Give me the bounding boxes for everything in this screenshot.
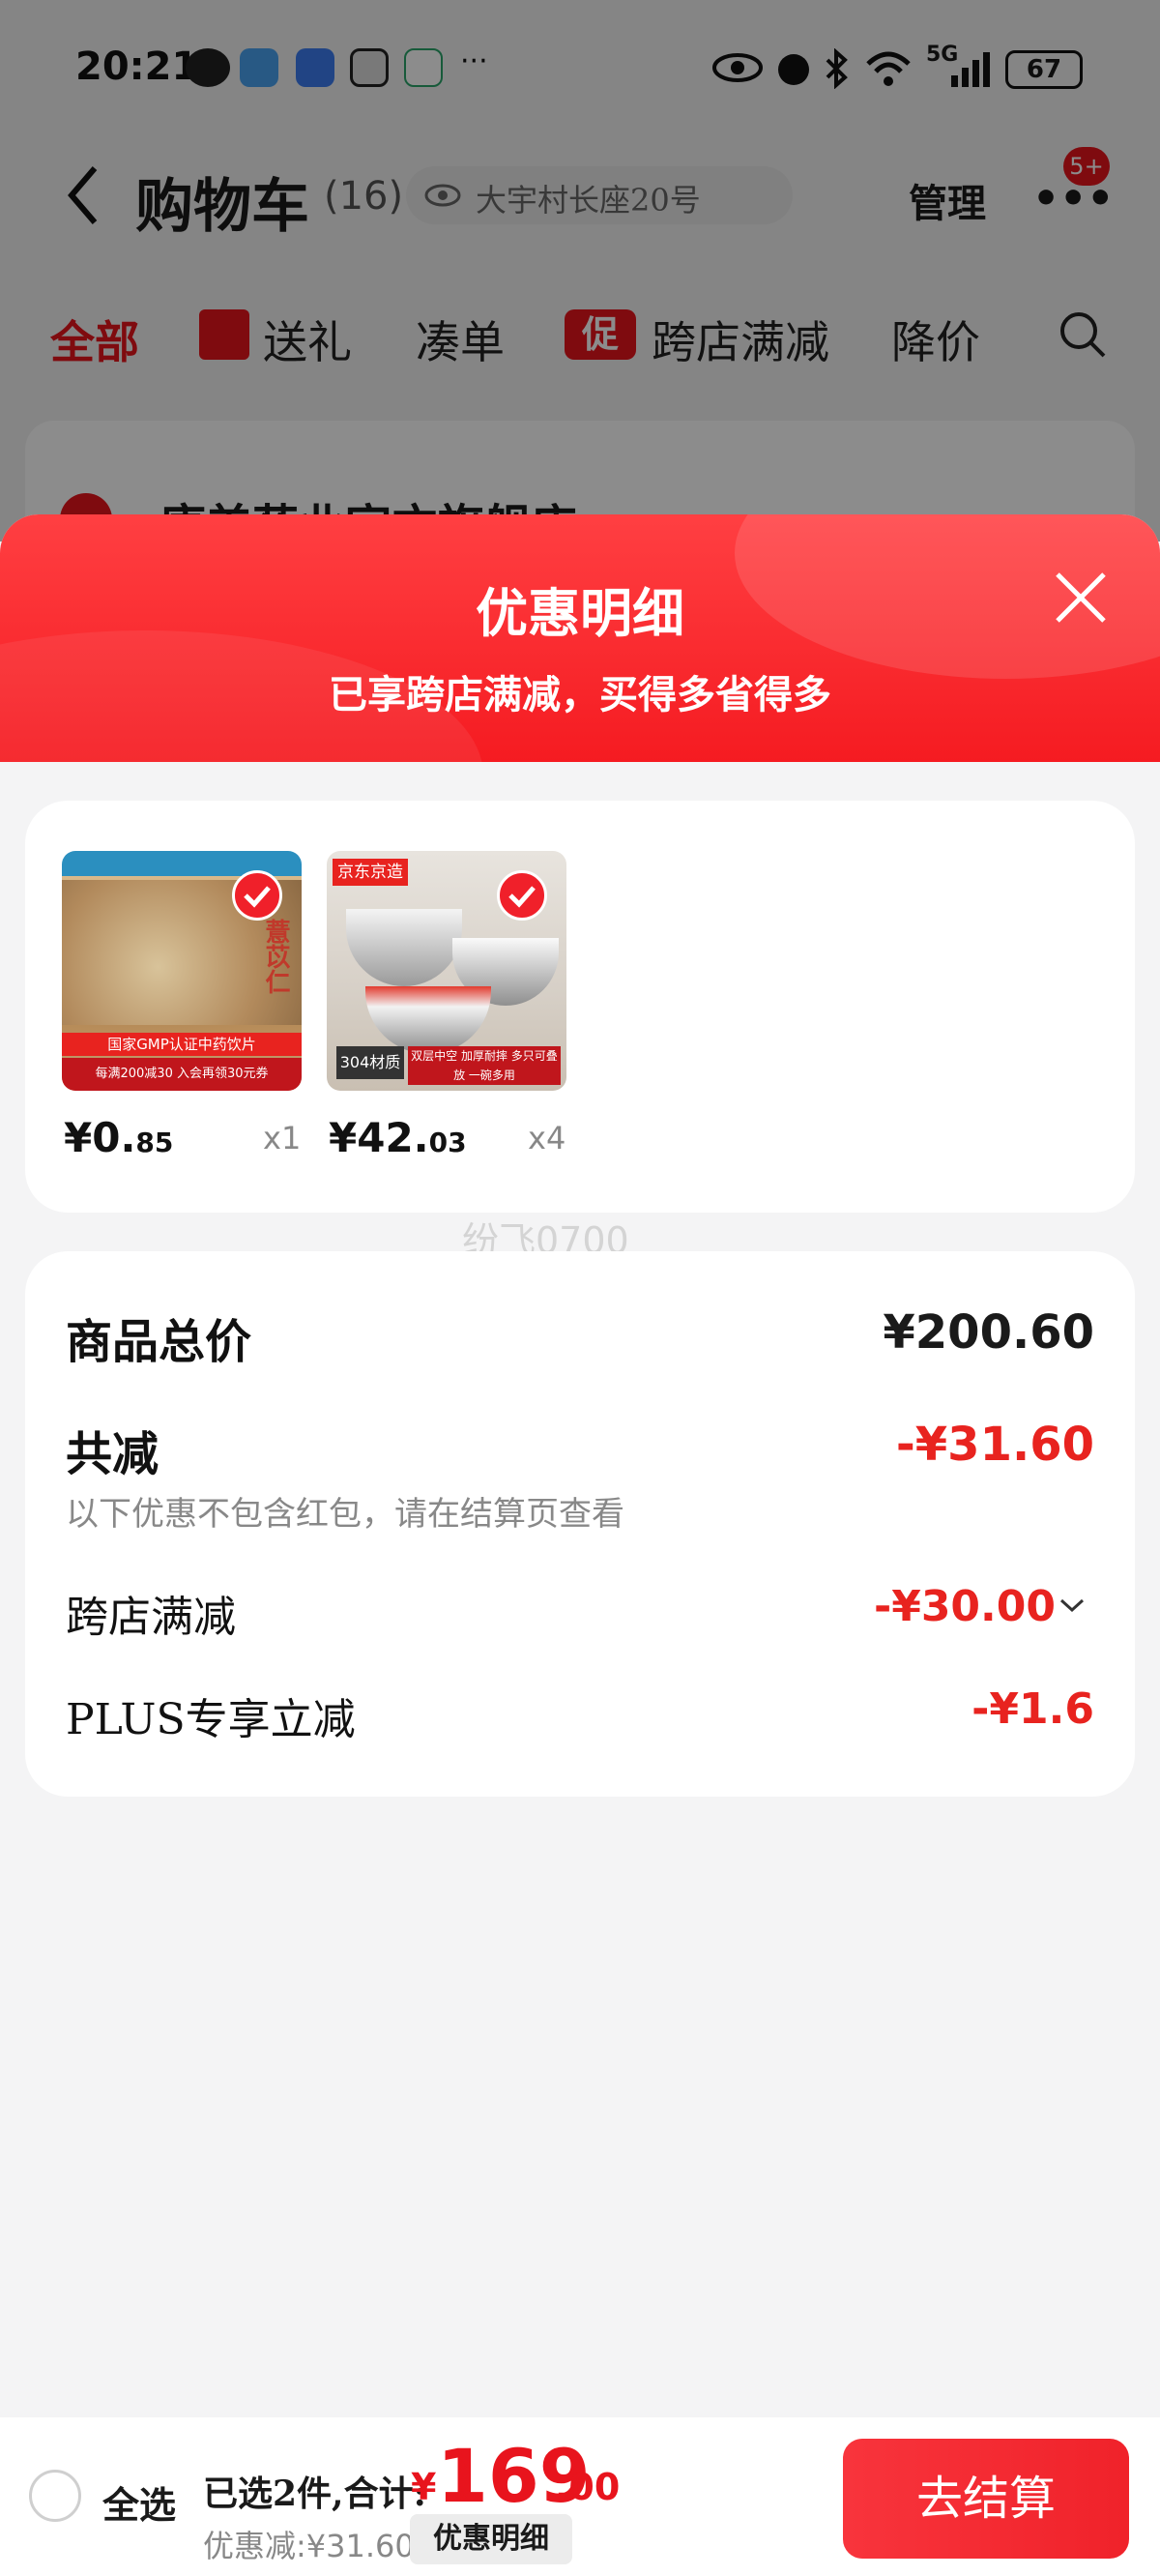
sheet-header: 优惠明细 已享跨店满减，买得多省得多 <box>0 514 1160 921</box>
product-banner: 国家GMP认证中药饮片 <box>62 1033 302 1056</box>
discount-item-value[interactable]: -¥30.00 <box>663 1582 1056 1631</box>
overlay-mask[interactable] <box>0 0 1160 542</box>
close-icon[interactable] <box>1050 567 1112 629</box>
checked-icon <box>497 870 547 921</box>
checkout-button[interactable]: 去结算 <box>843 2439 1129 2559</box>
product-promo: 每满200减30 入会再领30元券 <box>62 1058 302 1091</box>
reduction-label: 共减 <box>66 1427 160 1481</box>
total-price-value: ¥200.60 <box>883 1305 1094 1360</box>
discount-detail-button[interactable]: 优惠明细 <box>410 2514 572 2564</box>
product-promo: 双层中空 加厚耐摔 多只可叠放 一碗多用 <box>408 1046 561 1085</box>
currency-symbol: ¥ <box>411 2466 437 2508</box>
products-card: 薏苡仁 国家GMP认证中药饮片 每满200减30 入会再领30元券 ¥0.85 … <box>25 801 1135 1213</box>
discount-item-label: 跨店满减 <box>66 1593 236 1642</box>
product-label: 薏苡仁 <box>261 919 290 994</box>
product-image[interactable]: 薏苡仁 国家GMP认证中药饮片 每满200减30 入会再领30元券 <box>62 851 302 1091</box>
product-price: ¥42.03 <box>329 1114 467 1161</box>
reduction-value: -¥31.60 <box>895 1418 1094 1472</box>
product-quantity: x1 <box>263 1120 302 1156</box>
discount-amount: 优惠减:¥31.60 <box>203 2528 415 2564</box>
total-price-label: 商品总价 <box>66 1315 252 1369</box>
price-summary-card: 商品总价 ¥200.60 共减 -¥31.60 以下优惠不包含红包，请在结算页查… <box>25 1251 1135 1797</box>
product-brand-tag: 京东京造 <box>333 859 408 886</box>
discount-item-value: -¥1.6 <box>972 1684 1094 1734</box>
discount-note: 以下优惠不包含红包，请在结算页查看 <box>66 1495 624 1534</box>
discount-detail-sheet: 优惠明细 已享跨店满减，买得多省得多 薏苡仁 国家GMP认证中药饮片 每满200… <box>0 514 1160 2576</box>
checkout-bar: 全选 已选2件,合计: ¥ 169 .00 优惠减:¥31.60 优惠明细 去结… <box>0 2417 1160 2576</box>
total-amount-decimal: .00 <box>555 2466 621 2508</box>
product-price: ¥0.85 <box>64 1114 174 1161</box>
product-image[interactable]: 京东京造 304材质 双层中空 加厚耐摔 多只可叠放 一碗多用 <box>327 851 566 1091</box>
product-material: 304材质 <box>336 1046 404 1079</box>
product-quantity: x4 <box>528 1120 566 1156</box>
chevron-down-icon[interactable] <box>1058 1595 1087 1615</box>
checked-icon <box>232 870 282 921</box>
select-all-label[interactable]: 全选 <box>102 2475 176 2529</box>
sheet-title: 优惠明细 <box>476 582 684 644</box>
discount-item-label: PLUS专享立减 <box>66 1695 356 1744</box>
sheet-subtitle: 已享跨店满减，买得多省得多 <box>329 672 831 717</box>
select-all-radio[interactable] <box>29 2470 81 2522</box>
selected-summary: 已选2件,合计: <box>203 2474 426 2514</box>
